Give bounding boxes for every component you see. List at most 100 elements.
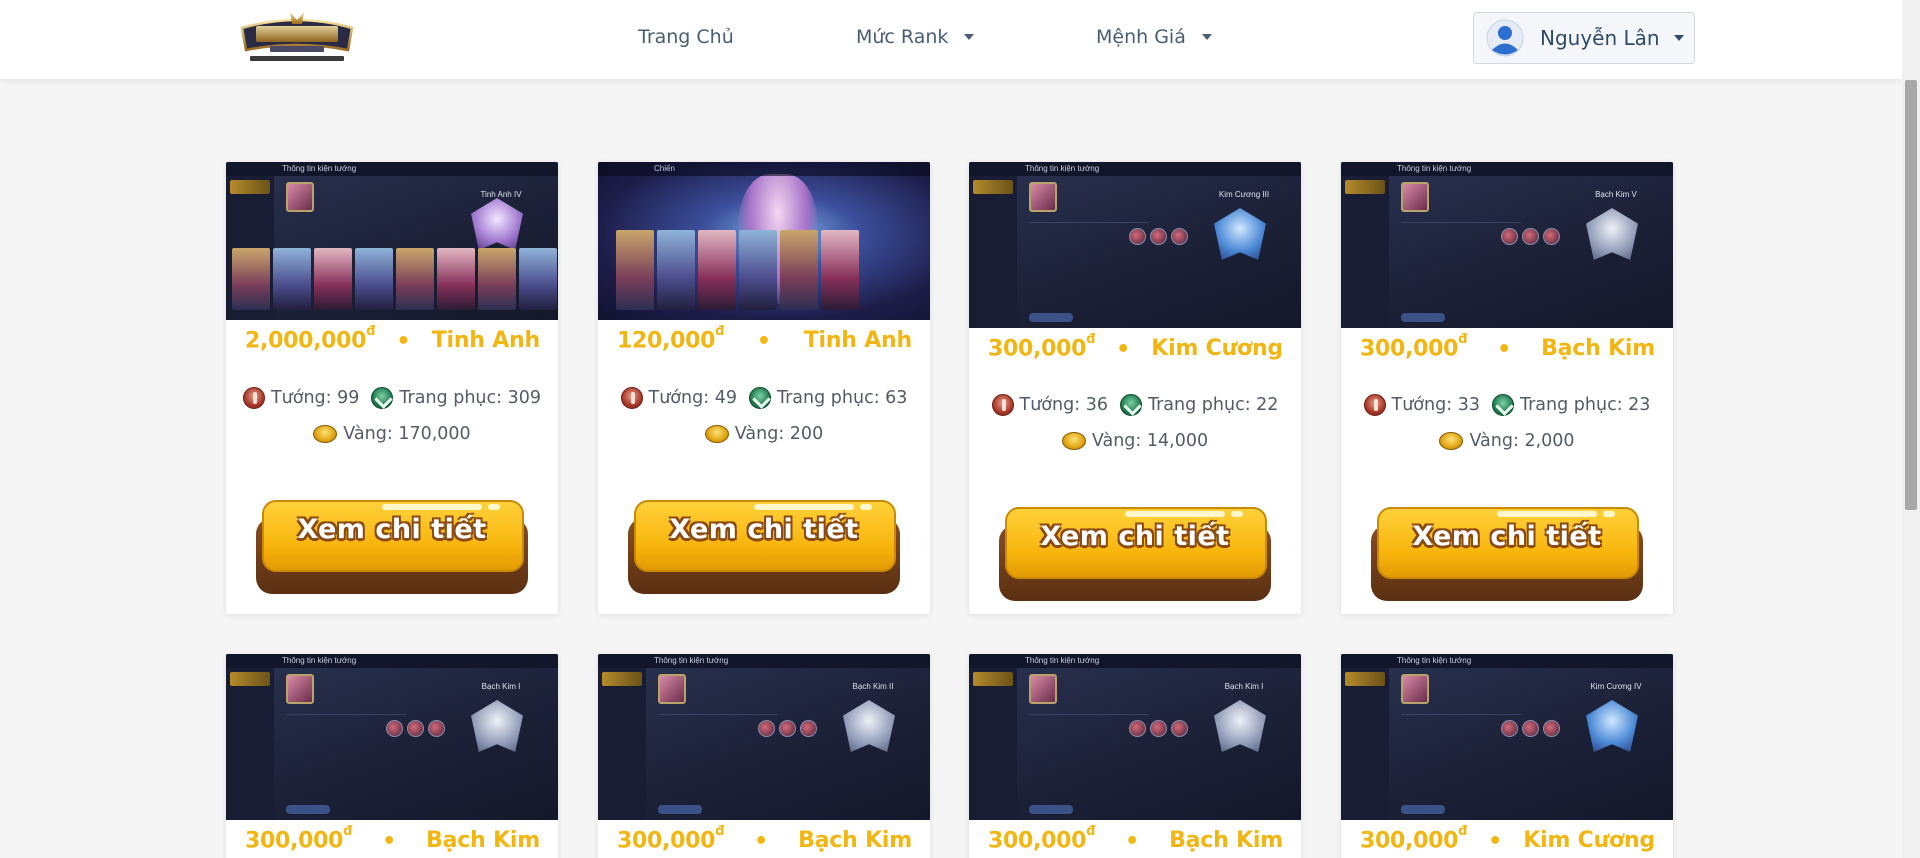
skin-icon [1491,394,1514,416]
account-card[interactable]: Thông tin kiện tướng Tinh Anh IV 2,000,0… [226,162,558,614]
gold-coin-icon [704,425,729,443]
nav-price-label: Mệnh Giá [1096,26,1186,48]
account-rank: Kim Cương [1151,336,1283,361]
account-card[interactable]: Chiến 120,000đ • Tinh Anh Tướng: 49 Tran… [598,162,930,614]
hero-icon [242,387,265,409]
hero-icon [620,387,643,409]
separator-dot: • [754,829,769,854]
account-stats: Tướng: 36 Trang phục: 22 Vàng: 14,000 [969,391,1301,455]
separator-dot: • [1125,829,1140,854]
account-card[interactable]: Thông tin kiện tướng Bạch Kim II 300,000… [598,654,930,858]
account-card[interactable]: Thông tin kiện tướng Bạch Kim I 300,000đ… [969,654,1301,858]
view-detail-button[interactable]: Xem chi tiết [254,500,530,596]
gold-label: Vàng: [343,424,393,444]
account-screenshot[interactable]: Thông tin kiện tướng Bạch Kim V [1341,162,1673,328]
skins-label: Trang phục: [1147,395,1251,415]
gold-label: Vàng: [1091,431,1142,451]
gold-amount: 170,000 [398,424,471,444]
heroes-count: 99 [337,388,360,408]
view-detail-button[interactable]: Xem chi tiết [997,507,1273,603]
account-price: 300,000đ [988,824,1096,854]
separator-dot: • [1488,829,1503,854]
separator-dot: • [756,329,771,354]
view-detail-label: Xem chi tiết [1412,521,1602,552]
gold-amount: 14,000 [1146,431,1209,451]
account-screenshot[interactable]: Chiến [598,162,930,320]
nav-price-dropdown[interactable]: Mệnh Giá [1096,26,1212,48]
account-card[interactable]: Thông tin kiện tướng Bạch Kim I 300,000đ… [226,654,558,858]
chevron-down-icon [1673,35,1684,41]
nav-home-label: Trang Chủ [638,26,734,48]
view-detail-label: Xem chi tiết [669,514,859,545]
account-rank: Bạch Kim [1169,828,1283,853]
account-screenshot[interactable]: Thông tin kiện tướng Bạch Kim II [598,654,930,820]
skin-icon [748,387,771,409]
nav-home[interactable]: Trang Chủ [638,26,734,48]
account-price: 300,000đ [245,824,353,854]
skin-icon [1119,394,1142,416]
view-detail-button[interactable]: Xem chi tiết [626,500,902,596]
user-name: Nguyễn Lân [1540,26,1660,50]
price-rank-row: 2,000,000đ • Tinh Anh [226,324,558,354]
skins-count: 309 [507,388,542,408]
heroes-label: Tướng: [1019,395,1081,415]
heroes-count: 36 [1085,395,1108,415]
nav-rank-label: Mức Rank [856,26,949,48]
gold-label: Vàng: [734,424,785,444]
account-card[interactable]: Thông tin kiện tướng Kim Cương IV 300,00… [1341,654,1673,858]
separator-dot: • [1116,337,1131,362]
account-stats: Tướng: 99 Trang phục: 309 Vàng: 170,000 [226,384,558,448]
heroes-label: Tướng: [648,388,710,408]
account-price: 120,000đ [617,324,725,354]
hero-icon [1363,394,1386,416]
skins-label: Trang phục: [399,388,503,408]
account-card[interactable]: Thông tin kiện tướng Bạch Kim V 300,000đ… [1341,162,1673,614]
heroes-label: Tướng: [270,388,332,408]
heroes-count: 33 [1457,395,1480,415]
account-card[interactable]: Thông tin kiện tướng Kim Cương III 300,0… [969,162,1301,614]
skins-count: 63 [885,388,908,408]
account-screenshot[interactable]: Thông tin kiện tướng Kim Cương IV [1341,654,1673,820]
view-detail-label: Xem chi tiết [297,514,487,545]
view-detail-button[interactable]: Xem chi tiết [1369,507,1645,603]
skin-icon [371,387,394,409]
account-price: 300,000đ [1360,332,1468,362]
account-rank: Tinh Anh [803,328,912,353]
account-rank: Tinh Anh [431,328,540,353]
gold-coin-icon [1061,432,1086,450]
gold-amount: 200 [789,424,824,444]
lien-quan-logo[interactable] [236,10,358,66]
skins-label: Trang phục: [1519,395,1623,415]
price-rank-row: 300,000đ • Bạch Kim [598,824,930,854]
chevron-down-icon [1201,34,1212,40]
scrollbar-thumb[interactable] [1905,80,1917,510]
separator-dot: • [382,829,397,854]
price-rank-row: 120,000đ • Tinh Anh [598,324,930,354]
account-screenshot[interactable]: Thông tin kiện tướng Bạch Kim I [226,654,558,820]
chevron-down-icon [964,34,975,40]
account-stats: Tướng: 33 Trang phục: 23 Vàng: 2,000 [1341,391,1673,455]
top-navbar: Trang Chủ Mức Rank Mệnh Giá Nguyễn Lân [0,0,1902,79]
account-rank: Bạch Kim [1541,336,1655,361]
account-screenshot[interactable]: Thông tin kiện tướng Tinh Anh IV [226,162,558,320]
account-screenshot[interactable]: Thông tin kiện tướng Kim Cương III [969,162,1301,328]
price-rank-row: 300,000đ • Bạch Kim [226,824,558,854]
gold-amount: 2,000 [1524,431,1575,451]
price-rank-row: 300,000đ • Kim Cương [969,332,1301,362]
account-price: 300,000đ [617,824,725,854]
account-screenshot[interactable]: Thông tin kiện tướng Bạch Kim I [969,654,1301,820]
skins-count: 23 [1628,395,1651,415]
gold-coin-icon [1439,432,1464,450]
account-price: 300,000đ [988,332,1096,362]
view-detail-label: Xem chi tiết [1040,521,1230,552]
separator-dot: • [396,329,411,354]
account-price: 300,000đ [1360,824,1468,854]
separator-dot: • [1497,337,1512,362]
nav-rank-dropdown[interactable]: Mức Rank [856,26,975,48]
price-rank-row: 300,000đ • Bạch Kim [1341,332,1673,362]
price-rank-row: 300,000đ • Bạch Kim [969,824,1301,854]
user-menu-button[interactable]: Nguyễn Lân [1473,12,1695,64]
hero-icon [991,394,1014,416]
skins-count: 22 [1256,395,1279,415]
account-rank: Bạch Kim [798,828,912,853]
